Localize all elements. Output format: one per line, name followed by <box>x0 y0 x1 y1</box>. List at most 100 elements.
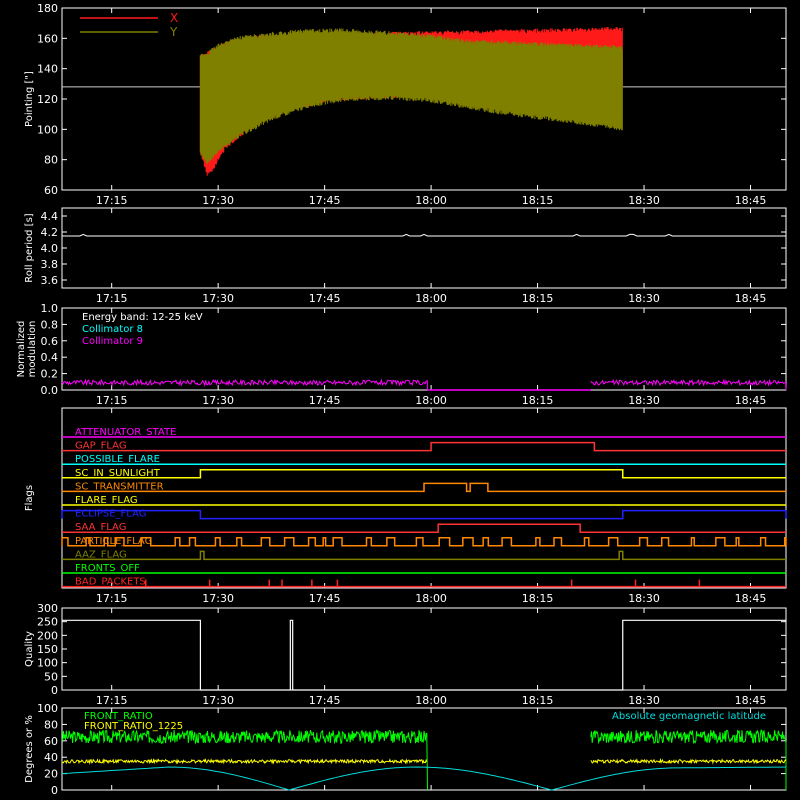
flag-trace-gap-flag <box>62 441 786 452</box>
quality-ylabel: Quality <box>24 631 35 667</box>
quality-xtick-label: 17:15 <box>96 694 128 707</box>
flags-xtick-label: 17:30 <box>202 592 234 605</box>
modulation-collimator-9 <box>61 378 787 391</box>
panel-stack: 17:15 17:30 17:45 18:00 18:15 18:30 18:45 60 80 1… <box>16 2 787 797</box>
mod-xtick-label: 18:15 <box>522 394 554 407</box>
flags-xtick-label: 18:15 <box>522 592 554 605</box>
mod-ytick-label: 0.8 <box>41 318 59 331</box>
roll-ytick-label: 3.6 <box>41 274 59 287</box>
roll-period-panel: 17:15 17:30 17:45 18:00 18:15 18:30 18:45 3.6 3.… <box>24 207 787 305</box>
roll-xtick-label: 18:45 <box>735 292 767 305</box>
quality-xtick-label: 18:45 <box>735 694 767 707</box>
flag-trace-eclipse-flag <box>61 509 787 520</box>
pointing-ytick-label: 60 <box>44 184 58 197</box>
quality-ytick-label: 50 <box>44 670 58 683</box>
ratios-panel: 020406080100Degrees or % FRONT_RATIOFRONT… <box>24 702 787 797</box>
roll-xtick-label: 17:15 <box>96 292 128 305</box>
ratios-ytick-label: 100 <box>37 702 58 715</box>
quality-ytick-label: 300 <box>37 602 58 615</box>
modulation-annotation: Collimator 8 <box>82 324 143 335</box>
modulation-annotation: Collimator 9 <box>82 336 143 347</box>
mod-ylabel: modulation <box>27 321 38 378</box>
ratios-legend-front-ratio-1225: FRONT_RATIO_1225 <box>84 721 183 732</box>
pointing-legend-label-x: X <box>170 11 178 25</box>
pointing-legend-label-y: Y <box>169 25 178 39</box>
pointing-ytick-label: 160 <box>37 32 58 45</box>
mod-ytick-label: 0.2 <box>41 368 59 381</box>
mod-xtick-label: 18:00 <box>415 394 447 407</box>
roll-ytick-label: 4.4 <box>41 210 59 223</box>
mod-xtick-label: 17:45 <box>309 394 341 407</box>
pointing-xtick-label: 17:15 <box>96 194 128 207</box>
pointing-ytick-label: 120 <box>37 93 58 106</box>
quality-xtick-label: 17:45 <box>309 694 341 707</box>
ratios-ytick-label: 60 <box>44 735 58 748</box>
flag-trace-aaz-flag <box>62 550 786 561</box>
pointing-ytick-label: 180 <box>37 2 58 15</box>
quality-panel: 17:15 17:30 17:45 18:00 18:15 18:30 18:45 05010… <box>24 602 787 707</box>
roll-frame <box>61 207 787 289</box>
mod-xtick-label: 18:45 <box>735 394 767 407</box>
mod-xtick-label: 17:30 <box>202 394 234 407</box>
roll-xtick-label: 18:15 <box>522 292 554 305</box>
ratios-ytick-label: 20 <box>44 768 58 781</box>
flag-trace-sc-in-sunlight <box>62 469 786 479</box>
mod-ytick-label: 1.0 <box>41 302 59 315</box>
pointing-xtick-label: 18:45 <box>735 194 767 207</box>
roll-xtick-label: 18:30 <box>628 292 660 305</box>
flags-xtick-label: 17:15 <box>96 592 128 605</box>
quality-ytick-label: 200 <box>37 629 58 642</box>
flags-ylabel: Flags <box>24 485 35 511</box>
pointing-ytick-label: 140 <box>37 63 58 76</box>
ratios-geomagnetic-latitude <box>61 766 787 791</box>
roll-ytick-label: 4.0 <box>41 242 59 255</box>
roll-ylabel: Roll period [s] <box>24 213 35 282</box>
pointing-ylabel: Pointing ["] <box>24 71 35 127</box>
ratios-ylabel: Degrees or % <box>24 715 35 783</box>
flag-trace-particle-flag <box>61 537 787 547</box>
quality-xtick-label: 18:00 <box>415 694 447 707</box>
flags-xtick-label: 17:45 <box>309 592 341 605</box>
ratios-front-ratio <box>61 728 787 791</box>
ratios-legend-geomagnetic: Absolute geomagnetic latitude <box>612 711 766 722</box>
modulation-annotation: Energy band: 12-25 keV <box>82 312 203 323</box>
pointing-ytick-label: 80 <box>44 154 58 167</box>
mod-xtick-label: 17:15 <box>96 394 128 407</box>
mod-ytick-label: 0.6 <box>41 335 59 348</box>
quality-line <box>62 619 786 691</box>
quality-ytick-label: 100 <box>37 657 58 670</box>
pointing-xtick-label: 17:45 <box>309 194 341 207</box>
mod-ytick-label: 0.4 <box>41 351 59 364</box>
pointing-xtick-label: 18:30 <box>628 194 660 207</box>
pointing-panel: 17:15 17:30 17:45 18:00 18:15 18:30 18:45 60 80 1… <box>24 2 787 207</box>
roll-xtick-label: 17:30 <box>202 292 234 305</box>
pointing-xtick-label: 18:00 <box>415 194 447 207</box>
chart-canvas: 17:15 17:30 17:45 18:00 18:15 18:30 18:45 60 80 1… <box>0 0 800 800</box>
ratios-ytick-label: 40 <box>44 751 58 764</box>
modulation-panel: 17:15 17:30 17:45 18:00 18:15 18:30 18:45 0.0 0.… <box>16 302 787 407</box>
pointing-series-y <box>199 28 623 164</box>
mod-ylabel: Normalized <box>16 321 27 378</box>
flag-trace-saa-flag <box>62 523 786 533</box>
pointing-xtick-label: 18:15 <box>522 194 554 207</box>
flag-trace-bad-packets <box>62 579 786 588</box>
quality-ytick-label: 250 <box>37 616 58 629</box>
quality-ytick-label: 150 <box>37 643 58 656</box>
quality-xtick-label: 18:30 <box>628 694 660 707</box>
roll-ytick-label: 3.8 <box>41 258 59 271</box>
quality-xtick-label: 17:30 <box>202 694 234 707</box>
mod-ytick-label: 0.0 <box>41 384 59 397</box>
ratios-front-ratio-1225 <box>62 757 787 765</box>
flag-trace-sc-transmitter <box>62 482 786 493</box>
pointing-ytick-label: 100 <box>37 123 58 136</box>
roll-xtick-label: 18:00 <box>415 292 447 305</box>
pointing-xtick-label: 17:30 <box>202 194 234 207</box>
flags-xtick-label: 18:00 <box>415 592 447 605</box>
quality-ytick-label: 0 <box>51 684 58 697</box>
quality-xtick-label: 18:15 <box>522 694 554 707</box>
ratios-ytick-label: 80 <box>44 718 58 731</box>
flags-panel: 17:15 17:30 17:45 18:00 18:15 18:30 18:45 Flags… <box>24 407 787 605</box>
roll-ytick-label: 4.2 <box>41 226 59 239</box>
roll-xtick-label: 17:45 <box>309 292 341 305</box>
mod-xtick-label: 18:30 <box>628 394 660 407</box>
